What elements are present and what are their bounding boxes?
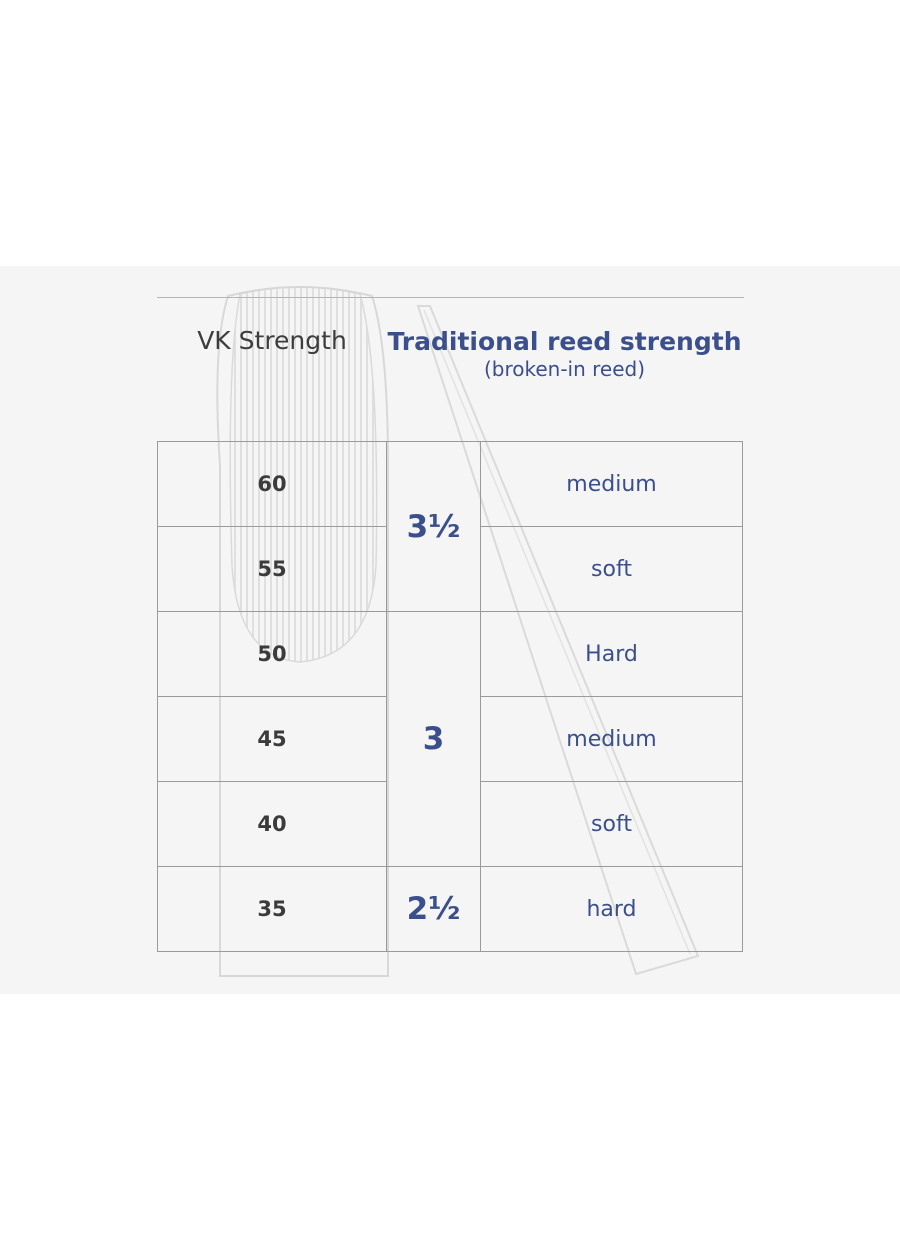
traditional-strength-cell: 2½: [386, 866, 481, 952]
table-row: 35 2½ hard: [157, 866, 743, 952]
feel-cell: medium: [480, 696, 743, 782]
vk-value-cell: 55: [157, 526, 387, 612]
table-row: 50 3 Hard: [157, 611, 743, 867]
traditional-strength-title: Traditional reed strength: [387, 327, 742, 356]
feel-cell: soft: [480, 781, 743, 867]
vk-value-cell: 50: [157, 611, 387, 697]
vk-value-cell: 35: [157, 866, 387, 952]
top-divider: [157, 297, 744, 298]
feel-cell: hard: [480, 866, 743, 952]
comparison-panel: VK Strength Traditional reed strength (b…: [0, 266, 900, 994]
vk-value-cell: 45: [157, 696, 387, 782]
vk-value-cell: 60: [157, 441, 387, 527]
vk-value-cell: 40: [157, 781, 387, 867]
feel-cell: soft: [480, 526, 743, 612]
traditional-strength-cell: 3½: [386, 441, 481, 612]
feel-cell: Hard: [480, 611, 743, 697]
feel-cell: medium: [480, 441, 743, 527]
table-row: 60 3½ medium: [157, 441, 743, 612]
traditional-strength-note: (broken-in reed): [483, 357, 646, 381]
traditional-strength-cell: 3: [386, 611, 481, 867]
vk-strength-header: VK Strength: [197, 326, 347, 355]
strength-comparison-table: 60 3½ medium 55 soft 50 3 Hard 45 medium…: [157, 441, 743, 952]
traditional-strength-header: Traditional reed strength (broken-in ree…: [385, 328, 744, 382]
